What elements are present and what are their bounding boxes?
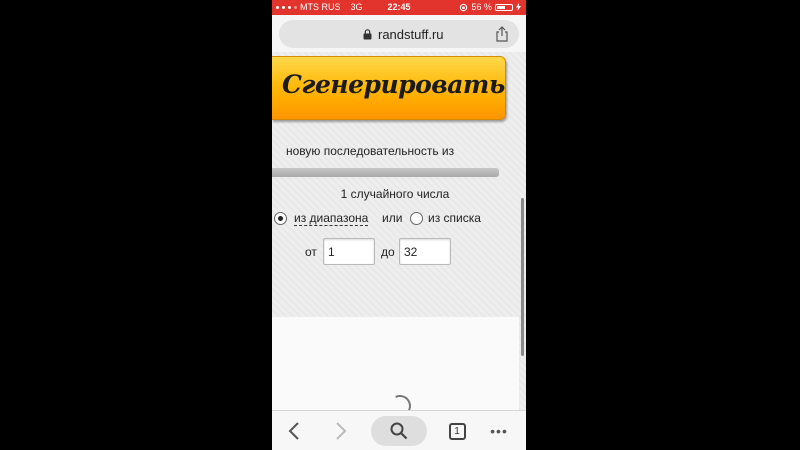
battery-fill [497,5,505,9]
page-content: Сгенерировать новую последовательность и… [272,52,526,421]
battery-percent: 56 % [471,2,492,12]
from-input[interactable]: 1 [323,238,375,265]
search-pill [371,416,427,446]
list-radio[interactable] [410,212,423,225]
or-text: или [382,211,403,225]
chevron-left-icon [288,422,299,440]
count-text: 1 случайного числа [340,187,450,201]
browser-address-area: randstuff.ru [272,15,526,52]
range-option-label[interactable]: из диапазона [294,211,369,226]
status-right: 56 % [459,2,521,12]
range-radio[interactable] [274,212,287,225]
search-button[interactable] [371,411,427,450]
list-option-label[interactable]: из списка [428,211,481,225]
to-label: до [381,245,395,259]
lock-icon [363,29,372,40]
more-menu-icon[interactable]: ••• [486,411,512,450]
scrollbar[interactable] [521,198,524,356]
count-slider[interactable] [272,168,499,177]
search-icon [390,422,408,440]
tabs-count: 1 [448,422,466,440]
phone-screen: MTS RUS 3G 22:45 56 % randstuff.ru Сгене… [272,0,526,450]
status-bar: MTS RUS 3G 22:45 56 % [272,0,526,15]
browser-toolbar: 1 ••• [272,410,526,450]
generate-button[interactable]: Сгенерировать [272,56,506,120]
back-button[interactable] [280,411,308,450]
sequence-text: новую последовательность из [286,144,455,158]
forward-button[interactable] [327,411,355,450]
from-label: от [305,245,317,259]
orientation-lock-icon [460,3,468,11]
chevron-right-icon [336,422,347,440]
battery-icon [495,3,513,11]
generate-button-label: Сгенерировать [282,70,505,99]
url-text: randstuff.ru [378,27,444,42]
to-input[interactable]: 32 [399,238,451,265]
tabs-button[interactable]: 1 [444,411,470,450]
share-icon[interactable] [495,26,509,42]
charging-icon [516,3,521,11]
address-bar[interactable]: randstuff.ru [279,20,519,48]
